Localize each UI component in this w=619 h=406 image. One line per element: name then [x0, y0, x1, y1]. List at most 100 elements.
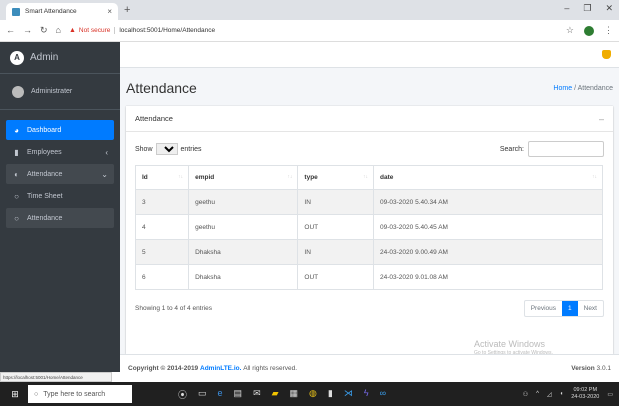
chevron-left-icon: ‹: [105, 147, 108, 157]
column-header-id[interactable]: Id ↑↓: [134, 165, 190, 190]
browser-tab[interactable]: Smart Attendance ×: [6, 3, 118, 20]
address-bar: ← → ↻ ⌂ ▲ Not secure localhost:5001/Home…: [0, 20, 619, 42]
collapse-icon[interactable]: –: [599, 114, 604, 124]
minimize-icon[interactable]: –: [564, 3, 569, 14]
infinity-icon[interactable]: ∞: [380, 388, 386, 401]
page-1-button[interactable]: 1: [562, 301, 578, 316]
sidebar-item-employees[interactable]: ▮ Employees ‹: [6, 142, 114, 162]
sort-icon: ↑↓: [592, 174, 597, 180]
cell-date: 24-03-2020 9.01.08 AM: [373, 264, 603, 290]
star-icon[interactable]: ☆: [566, 25, 574, 36]
show-label: Show: [135, 145, 153, 153]
system-tray: ⚇ ^ ◿ ◖ 09:02 PM 24-03-2020 ▭: [523, 387, 613, 401]
next-button[interactable]: Next: [578, 301, 603, 316]
taskbar-apps: ⦿ ▭ e ▤ ✉ ▰ ▦ ◍ ▮ ⋊ ϟ ∞: [178, 388, 386, 401]
cell-date: 09-03-2020 5.40.34 AM: [373, 189, 603, 215]
back-icon[interactable]: ←: [6, 25, 15, 36]
store-icon[interactable]: ▤: [234, 388, 243, 401]
vscode-icon[interactable]: ⋊: [344, 388, 353, 401]
card-header: Attendance –: [126, 106, 613, 132]
circle-icon: ○: [14, 213, 19, 223]
brand[interactable]: A Admin: [0, 42, 120, 74]
search-input[interactable]: [528, 141, 604, 157]
sort-icon: ↑↓: [287, 174, 293, 180]
cell-date: 09-03-2020 5.40.45 AM: [373, 214, 603, 240]
breadcrumb-home-link[interactable]: Home: [553, 85, 572, 92]
sidebar-item-label: Attendance: [27, 170, 63, 178]
version-number: 3.0.1: [596, 365, 611, 372]
version-info: Version 3.0.1: [571, 365, 611, 372]
photos-icon[interactable]: ▦: [290, 388, 299, 401]
clock-date: 24-03-2020: [571, 394, 600, 400]
top-navbar: [120, 42, 619, 68]
favicon-icon: [12, 7, 20, 16]
sort-icon: ↑↓: [178, 174, 184, 180]
table-row: 6 Dhaksha OUT 24-03-2020 9.01.08 AM: [134, 264, 603, 290]
people-icon[interactable]: ⚇: [523, 391, 528, 398]
reload-icon[interactable]: ↻: [40, 25, 48, 36]
home-icon[interactable]: ⌂: [56, 25, 61, 36]
cell-date: 24-03-2020 9.00.49 AM: [373, 239, 603, 265]
app-icon[interactable]: ▮: [328, 388, 333, 401]
mic-icon[interactable]: ⦿: [178, 388, 187, 401]
cell-id: 6: [134, 264, 190, 290]
column-header-type[interactable]: type ↑↓: [297, 165, 375, 190]
sidebar-item-label: Time Sheet: [27, 192, 63, 200]
task-view-icon[interactable]: ▭: [198, 388, 207, 401]
user-panel[interactable]: Administrater: [0, 74, 120, 110]
chevron-up-icon[interactable]: ^: [536, 391, 539, 397]
user-name: Administrater: [31, 88, 73, 95]
forward-icon[interactable]: →: [23, 25, 32, 36]
profile-avatar[interactable]: [584, 25, 594, 36]
entries-select[interactable]: 10: [155, 143, 178, 155]
rights-text: All rights reserved.: [243, 365, 298, 372]
notification-icon[interactable]: [602, 50, 611, 59]
clock[interactable]: 09:02 PM 24-03-2020: [571, 387, 599, 401]
sidebar-item-attendance[interactable]: ◐ Attendance ⌄: [6, 164, 114, 184]
windows-start-icon[interactable]: ⊞: [6, 385, 24, 403]
company-link[interactable]: AdminLTE.io.: [200, 365, 241, 372]
url-field[interactable]: localhost:5001/Home/Attendance: [114, 27, 215, 34]
mail-icon[interactable]: ✉: [253, 388, 261, 401]
flash-icon[interactable]: ϟ: [364, 388, 369, 401]
previous-button[interactable]: Previous: [525, 301, 562, 316]
cell-empid: Dhaksha: [188, 239, 299, 265]
chrome-icon[interactable]: ◍: [309, 388, 317, 401]
clock-time: 09:02 PM: [573, 387, 598, 393]
sidebar-menu: ◕ Dashboard ▮ Employees ‹ ◐ Attendance ⌄…: [0, 110, 120, 228]
security-indicator[interactable]: ▲ Not secure: [69, 27, 110, 34]
taskbar-search-placeholder: Type here to search: [43, 390, 106, 398]
card-title: Attendance: [135, 114, 173, 123]
maximize-icon[interactable]: ❐: [583, 3, 591, 14]
cell-empid: Dhaksha: [188, 264, 299, 290]
new-tab-button[interactable]: +: [124, 4, 130, 16]
taskbar-search[interactable]: ○ Type here to search: [28, 385, 132, 403]
column-header-empid[interactable]: empid ↑↓: [188, 165, 299, 190]
edge-icon[interactable]: e: [218, 388, 223, 401]
notifications-icon[interactable]: ▭: [607, 391, 613, 398]
close-window-icon[interactable]: ✕: [605, 3, 613, 14]
volume-icon[interactable]: ◖: [560, 391, 564, 397]
cell-type: OUT: [297, 264, 375, 290]
cell-id: 5: [134, 239, 190, 265]
sidebar-item-time-sheet[interactable]: ○ Time Sheet: [6, 186, 114, 206]
sidebar-item-attendance-sub[interactable]: ○ Attendance: [6, 208, 114, 228]
sidebar: A Admin Administrater ◕ Dashboard ▮ Empl…: [0, 42, 120, 372]
copyright-text: Copyright © 2014-2019: [128, 365, 199, 372]
chevron-down-icon: ⌄: [101, 169, 108, 179]
status-url: https://localhost:5001/Home/Attendance: [0, 372, 112, 382]
dashboard-icon: ◕: [14, 125, 19, 135]
cell-id: 3: [134, 189, 190, 215]
file-explorer-icon[interactable]: ▰: [272, 388, 279, 401]
warning-icon: ▲: [68, 27, 76, 34]
tab-title: Smart Attendance: [25, 8, 77, 15]
menu-dots-icon[interactable]: ⋮: [604, 25, 613, 36]
network-icon[interactable]: ◿: [547, 391, 552, 398]
cell-type: IN: [297, 239, 375, 265]
column-header-date[interactable]: date ↑↓: [373, 165, 603, 190]
watermark-title: Activate Windows: [474, 339, 546, 349]
sidebar-item-dashboard[interactable]: ◕ Dashboard: [6, 120, 114, 140]
tab-close-icon[interactable]: ×: [107, 7, 112, 16]
pagination: Previous 1 Next: [523, 300, 604, 317]
employees-icon: ▮: [14, 147, 19, 157]
